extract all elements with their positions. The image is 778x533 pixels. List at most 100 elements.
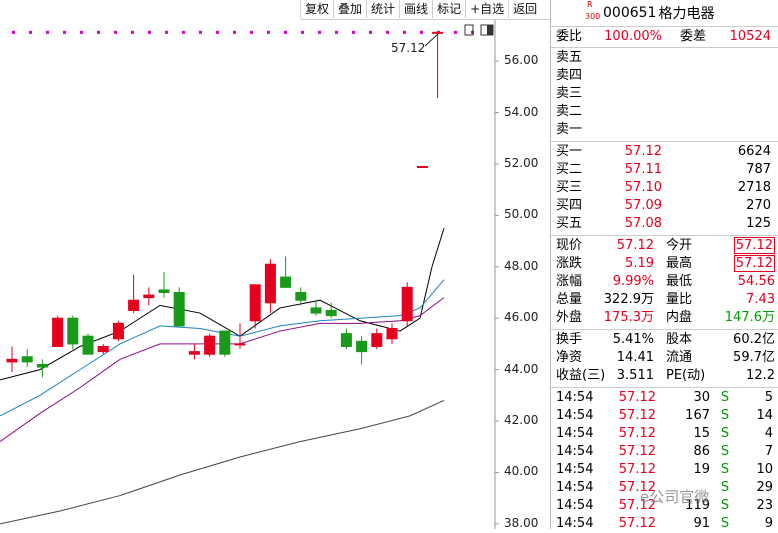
- candle-body: [234, 343, 246, 346]
- tick-time: 14:54: [556, 408, 594, 423]
- bid-price: 57.08: [624, 216, 662, 231]
- limit-up-dot: [369, 30, 372, 34]
- add-watchlist-button[interactable]: +自选: [465, 0, 508, 18]
- tick-row: 14:54 57.12 15 S 4: [551, 425, 778, 443]
- bid-row: 买一 57.12 6624: [551, 143, 778, 161]
- y-tick-label: 44.00: [504, 361, 539, 376]
- chart-toolbar: 复权 叠加 统计 画线 标记 +自选 返回: [300, 0, 550, 20]
- tick-count: 7: [764, 444, 773, 459]
- tick-volume: 15: [693, 426, 710, 441]
- tick-side: S: [720, 480, 730, 495]
- ask-label: 卖三: [556, 86, 583, 101]
- tick-list[interactable]: 14:54 57.12 30 S 5 14:54 57.12 167 S 14 14:54 57.12…: [551, 387, 778, 533]
- fundamental-label: PE(动): [666, 368, 706, 383]
- candle-body: [340, 333, 352, 347]
- bid-label: 买三: [556, 180, 583, 195]
- ask-volume: [662, 67, 778, 85]
- candle-body: [52, 317, 64, 347]
- candle-body: [128, 299, 140, 311]
- candle-body: [158, 289, 170, 293]
- ask-row: 卖三: [551, 85, 778, 103]
- mark-button[interactable]: 标记: [432, 0, 465, 18]
- ask-volume: [662, 49, 778, 67]
- candle-body: [188, 351, 200, 355]
- candlestick-plot[interactable]: [0, 0, 550, 529]
- quote-row: 涨幅 9.99% 最低 54.56: [551, 273, 778, 291]
- bid-price: 57.09: [624, 198, 662, 213]
- tick-time: 14:54: [556, 426, 594, 441]
- weibi-label: 委比: [556, 29, 583, 44]
- y-tick-label: 38.00: [504, 515, 539, 530]
- tick-side: S: [720, 516, 730, 531]
- fundamental-value: 60.2亿: [733, 332, 775, 347]
- quote-row: 总量 322.9万 量比 7.43: [551, 291, 778, 309]
- tick-side: S: [720, 408, 730, 423]
- ask-label: 卖二: [556, 104, 583, 119]
- bid-row: 买二 57.11 787: [551, 161, 778, 179]
- price-pointer-line: [424, 33, 438, 47]
- bid-row: 买四 57.09 270: [551, 197, 778, 215]
- tick-side: S: [720, 444, 730, 459]
- candle-body: [112, 322, 124, 340]
- bid-volume: 270: [746, 198, 771, 213]
- quote-value: 57.12: [616, 238, 654, 253]
- quote-row: 涨跌 5.19 最高 57.12: [551, 255, 778, 273]
- quote-label: 内盘: [666, 310, 693, 325]
- tick-count: 4: [764, 426, 773, 441]
- fundamental-value: 59.7亿: [733, 350, 775, 365]
- tick-count: 10: [756, 462, 773, 477]
- kline-chart[interactable]: 复权 叠加 统计 画线 标记 +自选 返回 57.12 56.00 54.00 52…: [0, 0, 550, 530]
- tick-price: 57.12: [618, 408, 656, 423]
- limit-up-dot: [284, 30, 287, 34]
- weibi-value: 100.00%: [604, 29, 662, 44]
- bid-price: 57.12: [624, 144, 662, 159]
- tick-volume: 30: [693, 390, 710, 405]
- candle-body: [219, 330, 231, 355]
- overlay-button[interactable]: 叠加: [333, 0, 366, 18]
- statistics-button[interactable]: 统计: [366, 0, 399, 18]
- tick-count: 9: [764, 516, 773, 531]
- ask-row: 卖一: [551, 121, 778, 139]
- candle-body: [386, 327, 398, 340]
- y-tick-label: 52.00: [504, 155, 539, 170]
- limit-up-dot: [250, 30, 253, 34]
- tick-side: S: [720, 426, 730, 441]
- limit-up-dot: [29, 30, 32, 34]
- bid-row: 买三 57.10 2718: [551, 179, 778, 197]
- bid-book: 买一 57.12 6624 买二 57.11 787 买三 57.10 2718 买四 57.09 2…: [551, 141, 778, 233]
- back-button[interactable]: 返回: [508, 0, 541, 18]
- limit-up-dot: [420, 30, 423, 34]
- candle-body: [143, 294, 155, 299]
- limit-up-dot: [114, 30, 117, 34]
- tick-price: 57.12: [618, 426, 656, 441]
- ask-price: [602, 103, 662, 121]
- ask-label: 卖四: [556, 68, 583, 83]
- candle-body: [82, 335, 94, 355]
- candle-body: [204, 335, 216, 355]
- ask-label: 卖五: [556, 50, 583, 65]
- y-tick-label: 46.00: [504, 310, 539, 325]
- quote-panel: R 300 000651 格力电器 委比 100.00% 委差 10524 卖五…: [550, 0, 778, 531]
- ask-price: [602, 67, 662, 85]
- tick-side: S: [720, 390, 730, 405]
- quote-label: 最低: [666, 274, 693, 289]
- tick-count: 29: [756, 480, 773, 495]
- draw-line-button[interactable]: 画线: [399, 0, 432, 18]
- fundamental-row: 收益(三) 3.511 PE(动) 12.2: [551, 367, 778, 385]
- quote-label: 最高: [666, 256, 693, 271]
- ask-price: [602, 49, 662, 67]
- moving-average-line: [0, 297, 445, 443]
- candle-body: [432, 31, 444, 34]
- ask-book: 卖五卖四卖三卖二卖一: [551, 47, 778, 139]
- tick-row: 14:54 57.12 19 S 10: [551, 461, 778, 479]
- restore-rights-button[interactable]: 复权: [300, 0, 333, 18]
- ask-volume: [662, 85, 778, 103]
- tick-row: 14:54 57.12 91 S 9: [551, 515, 778, 533]
- fundamental-value: 12.2: [746, 368, 775, 383]
- quote-value: 57.12: [733, 237, 775, 254]
- watermark-text: e公司官微: [640, 488, 710, 506]
- quote-label: 涨跌: [556, 256, 583, 271]
- quote-value: 54.56: [737, 274, 775, 289]
- candle-body: [21, 356, 33, 363]
- bid-volume: 125: [746, 216, 771, 231]
